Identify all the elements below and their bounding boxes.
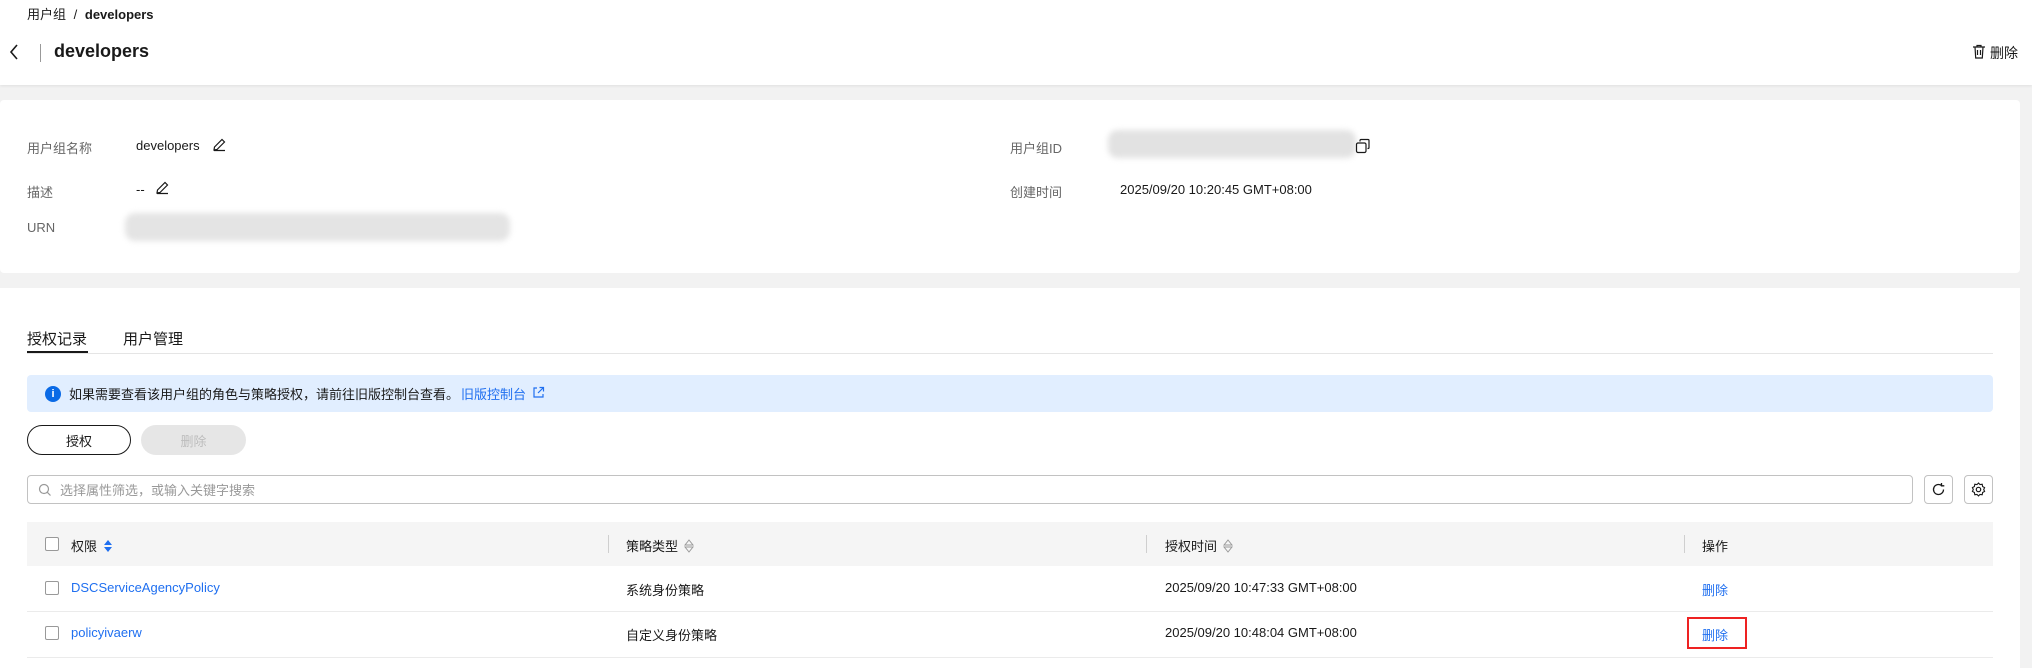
search-icon bbox=[38, 483, 52, 497]
info-notice: i 如果需要查看该用户组的角色与策略授权，请前往旧版控制台查看。 旧版控制台 bbox=[27, 375, 1993, 412]
created-time-value: 2025/09/20 10:20:45 GMT+08:00 bbox=[1120, 182, 1312, 197]
urn-value-redacted bbox=[125, 213, 510, 241]
header-delete-button[interactable]: 删除 bbox=[1972, 43, 2018, 63]
title-divider bbox=[40, 44, 41, 62]
search-input[interactable]: 选择属性筛选，或输入关键字搜索 bbox=[27, 475, 1913, 504]
column-grant-time-label: 授权时间 bbox=[1165, 539, 1218, 554]
refresh-icon bbox=[1931, 482, 1946, 497]
header-delete-label: 删除 bbox=[1990, 45, 2018, 61]
group-id-value-redacted bbox=[1108, 130, 1356, 158]
urn-label: URN bbox=[27, 220, 56, 235]
refresh-button[interactable] bbox=[1924, 475, 1953, 504]
description-value: -- bbox=[136, 182, 145, 197]
row-delete-link[interactable]: 删除 bbox=[1702, 625, 1728, 644]
column-permission[interactable]: 权限 bbox=[71, 536, 113, 555]
description-label: 描述 bbox=[27, 185, 54, 200]
old-console-link[interactable]: 旧版控制台 bbox=[461, 384, 545, 403]
page-header: 用户组 / developers developers 删除 bbox=[0, 0, 2032, 85]
group-name-label: 用户组名称 bbox=[27, 141, 93, 156]
notice-text: 如果需要查看该用户组的角色与策略授权，请前往旧版控制台查看。 bbox=[69, 387, 460, 402]
sort-icon bbox=[103, 539, 113, 553]
trash-icon bbox=[1972, 44, 1986, 62]
sort-icon bbox=[1223, 538, 1234, 553]
external-link-icon bbox=[532, 386, 545, 402]
tab-authorization-records[interactable]: 授权记录 bbox=[27, 328, 87, 349]
gear-icon bbox=[1971, 482, 1986, 497]
active-tab-indicator bbox=[27, 351, 88, 353]
table-header bbox=[27, 522, 1993, 566]
column-policy-type-label: 策略类型 bbox=[626, 539, 679, 554]
sort-icon bbox=[684, 538, 695, 553]
column-operation: 操作 bbox=[1702, 536, 1728, 555]
edit-name-icon[interactable] bbox=[212, 137, 227, 157]
page-title: developers bbox=[54, 41, 150, 61]
policy-name-link[interactable]: policyivaerw bbox=[71, 625, 142, 640]
copy-icon[interactable] bbox=[1355, 138, 1371, 159]
settings-button[interactable] bbox=[1964, 475, 1993, 504]
policy-name-link[interactable]: DSCServiceAgencyPolicy bbox=[71, 580, 220, 595]
table-row bbox=[27, 566, 1993, 612]
tab-user-management[interactable]: 用户管理 bbox=[123, 328, 183, 349]
policy-type-cell: 系统身份策略 bbox=[626, 583, 705, 598]
breadcrumb-parent[interactable]: 用户组 bbox=[27, 7, 66, 22]
back-arrow-icon[interactable] bbox=[8, 42, 20, 62]
row-checkbox[interactable] bbox=[45, 581, 59, 595]
grant-time-cell: 2025/09/20 10:47:33 GMT+08:00 bbox=[1165, 580, 1357, 595]
group-id-label: 用户组ID bbox=[1010, 141, 1063, 156]
breadcrumb-separator: / bbox=[73, 7, 78, 22]
column-divider bbox=[1146, 535, 1147, 553]
policy-type-cell: 自定义身份策略 bbox=[626, 628, 718, 643]
info-icon: i bbox=[45, 385, 61, 402]
row-delete-link[interactable]: 删除 bbox=[1702, 580, 1728, 599]
old-console-link-label: 旧版控制台 bbox=[461, 387, 527, 402]
created-time-label: 创建时间 bbox=[1010, 185, 1063, 200]
tab-bar-divider bbox=[27, 353, 1993, 354]
batch-delete-button: 删除 bbox=[141, 425, 246, 455]
grant-time-cell: 2025/09/20 10:48:04 GMT+08:00 bbox=[1165, 625, 1357, 640]
row-checkbox[interactable] bbox=[45, 626, 59, 640]
column-divider bbox=[1684, 535, 1685, 553]
group-name-value: developers bbox=[136, 138, 200, 153]
column-operation-label: 操作 bbox=[1702, 539, 1729, 554]
search-placeholder: 选择属性筛选，或输入关键字搜索 bbox=[60, 483, 256, 498]
breadcrumb-current: developers bbox=[84, 7, 154, 22]
select-all-checkbox[interactable] bbox=[45, 537, 59, 551]
column-divider bbox=[608, 535, 609, 553]
grant-button[interactable]: 授权 bbox=[27, 425, 131, 455]
column-permission-label: 权限 bbox=[71, 539, 98, 554]
column-grant-time[interactable]: 授权时间 bbox=[1165, 536, 1234, 555]
column-policy-type[interactable]: 策略类型 bbox=[626, 536, 695, 555]
edit-description-icon[interactable] bbox=[155, 180, 170, 200]
breadcrumb: 用户组 / developers bbox=[27, 4, 154, 23]
